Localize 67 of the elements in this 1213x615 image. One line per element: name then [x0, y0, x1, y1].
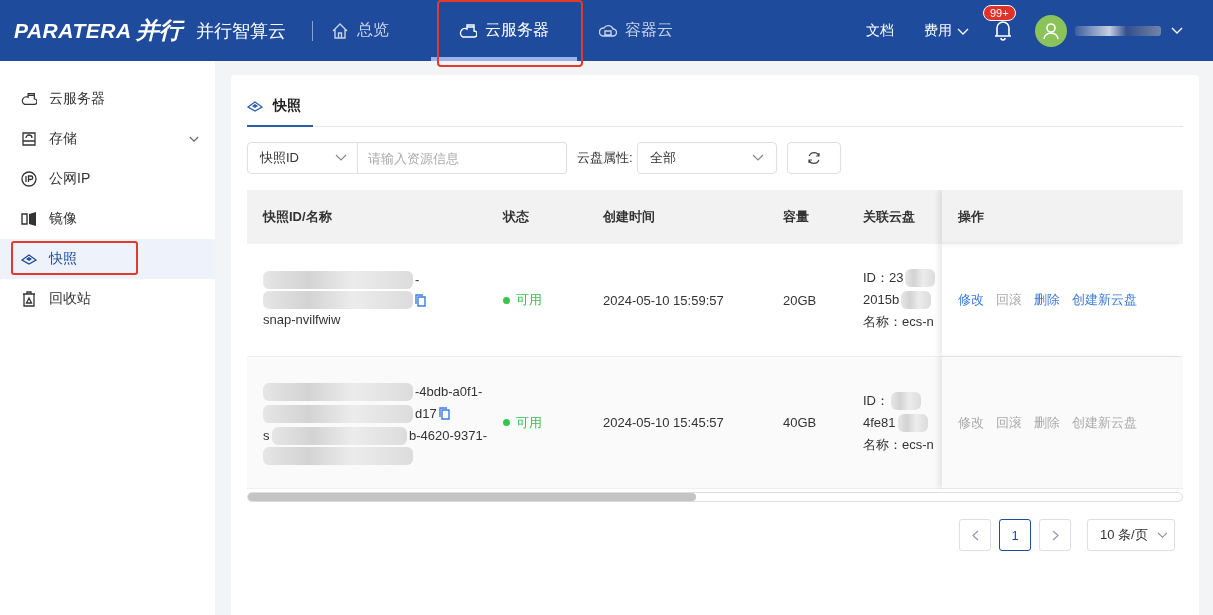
- sidebar-item[interactable]: 公网IP: [0, 159, 215, 199]
- copy-icon[interactable]: [438, 407, 451, 420]
- nav-tab[interactable]: 总览: [330, 0, 409, 61]
- cloud-server-icon: [21, 91, 37, 107]
- ip-icon: [21, 171, 37, 187]
- column-header: 创建时间: [602, 208, 656, 226]
- snapshot-id-text: s: [263, 426, 270, 445]
- column-header: 操作: [942, 190, 1183, 244]
- book-icon: [21, 211, 37, 227]
- nav-tab[interactable]: 云服务器: [430, 0, 577, 61]
- field-type-select[interactable]: 快照ID: [247, 142, 358, 174]
- tab[interactable]: 快照: [247, 97, 313, 127]
- snapshot-id-text: b-4620-9371-: [408, 426, 487, 445]
- header-link[interactable]: 文档: [860, 20, 900, 41]
- table-cell-text: 20GB: [783, 292, 818, 308]
- page-size-select[interactable]: 10 条/页: [1087, 519, 1175, 551]
- product-name: 并行智算云: [195, 19, 286, 43]
- cloud-layers-icon: [247, 99, 263, 113]
- refresh-button[interactable]: [786, 142, 841, 174]
- snapshot-id-text: -4bdb-a0f1-: [415, 382, 483, 401]
- snapshot-id-text: snap-nvilfwiw: [263, 311, 341, 329]
- column-header: 容量: [782, 208, 810, 226]
- filter-label: 云盘属性:: [577, 149, 633, 167]
- action-link[interactable]: 修改: [958, 291, 984, 309]
- table-cell-text: 40GB: [783, 415, 818, 430]
- search-field[interactable]: 请输入资源信息: [358, 142, 567, 174]
- sidebar-item[interactable]: 回收站: [0, 279, 215, 319]
- column-header: 状态: [501, 208, 530, 226]
- chevron-down-icon: [1157, 531, 1168, 539]
- table-cell-text: 2024-05-10 15:45:57: [603, 415, 725, 430]
- sidebar-item[interactable]: 快照: [0, 239, 215, 279]
- bell-icon[interactable]: [993, 19, 1013, 42]
- cloud-server-icon: [458, 21, 477, 40]
- disk-text: ID：: [863, 391, 889, 410]
- chevron-left-icon: [971, 529, 979, 541]
- status-text: 可用: [503, 413, 587, 432]
- copy-icon[interactable]: [415, 293, 427, 307]
- column-header: 快照ID/名称: [261, 208, 333, 226]
- chevron-down-icon: [751, 154, 764, 162]
- sidebar-item[interactable]: 云服务器: [0, 79, 215, 119]
- disk-text: ID：23: [863, 269, 904, 287]
- status-text: 可用: [503, 291, 587, 309]
- disk-text: 名称：ecs-n: [863, 313, 934, 331]
- page-button[interactable]: 1: [999, 519, 1031, 551]
- disk-text: 4fe81: [863, 413, 896, 432]
- action-link[interactable]: 删除: [1034, 291, 1060, 309]
- chevron-down-icon: [335, 154, 347, 162]
- action-link[interactable]: 创建新云盘: [1072, 291, 1137, 309]
- header-link[interactable]: 费用: [918, 20, 975, 41]
- drive-icon: [21, 131, 37, 147]
- table-cell-text: 2024-05-10 15:59:57: [603, 292, 725, 308]
- recycle-bin-icon: [21, 291, 37, 307]
- chevron-down-icon[interactable]: [1171, 26, 1183, 35]
- sidebar-item[interactable]: 镜像: [0, 199, 215, 239]
- snapshot-id-text: -: [415, 271, 420, 289]
- refresh-icon: [806, 151, 821, 165]
- home-icon: [330, 21, 349, 40]
- disk-text: 2015b: [863, 291, 900, 309]
- column-header: 关联云盘: [862, 208, 916, 226]
- avatar[interactable]: [1035, 14, 1067, 47]
- snapshot-id-text: d17: [415, 404, 437, 423]
- disk-text: 名称：ecs-n: [863, 435, 934, 454]
- nav-tab[interactable]: 容器云: [598, 0, 693, 61]
- disk-attribute-select[interactable]: 全部: [636, 142, 777, 174]
- sidebar-item[interactable]: 存储: [0, 119, 215, 159]
- notification-badge: 99+: [983, 4, 1016, 21]
- chevron-right-icon: [1051, 529, 1059, 541]
